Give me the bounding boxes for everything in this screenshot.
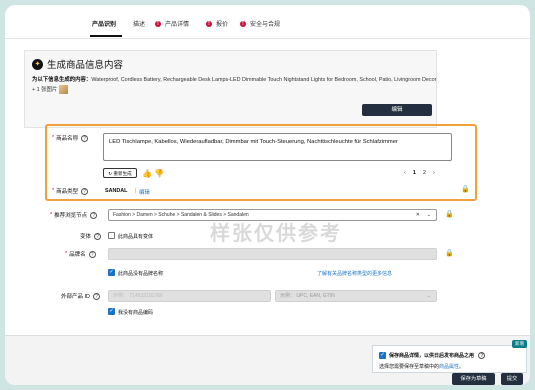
tab-label: 报价 [216, 22, 229, 28]
clear-icon[interactable]: ✕ [416, 210, 420, 220]
brand-name-field[interactable] [108, 248, 437, 260]
thumbs-up-icon[interactable]: 👍 [142, 169, 152, 178]
no-brand-checkbox[interactable]: ✓ [108, 269, 115, 276]
active-tab-indicator [90, 35, 122, 37]
help-icon[interactable]: ? [88, 250, 96, 258]
has-variations-label: 此商品具有变体 [118, 234, 154, 240]
required-marker: * [65, 251, 68, 257]
tab-product-details[interactable]: ! 产品详情 [155, 19, 189, 28]
attributes-link[interactable]: 商品属性 [439, 364, 459, 370]
page-1[interactable]: 1 [413, 170, 416, 176]
desc-text: Waterproof, Cordless Battery, Rechargeab… [32, 77, 437, 93]
alert-icon: ! [155, 20, 161, 27]
label-text: 推荐浏览节点 [54, 213, 88, 219]
browse-node-label: * 推荐浏览节点 ? [50, 211, 98, 219]
regenerate-label: 重新生成 [113, 171, 132, 176]
lock-icon: 🔒 [445, 250, 454, 257]
label-text: 外部产品 ID [61, 294, 91, 300]
label-text: 品牌名 [69, 252, 86, 258]
sample-watermark: 样张仅供参考 [210, 223, 342, 245]
tab-offer[interactable]: ! 报价 [206, 19, 228, 28]
required-marker: * [52, 135, 55, 141]
tab-bar: 产品识别 描述 ! 产品详情 ! 报价 ! 安全与合规 [5, 5, 530, 39]
required-marker: * [52, 188, 55, 194]
brand-name-label: * 品牌名 ? [65, 250, 96, 258]
generate-content-panel: ✦ 生成商品信息内容 为以下信息生成的内容：Waterproof, Cordle… [24, 50, 437, 128]
chevron-down-icon: ⌄ [426, 212, 431, 218]
label-text: 变体 [80, 234, 92, 240]
tab-safety-compliance[interactable]: ! 安全与合规 [240, 19, 280, 28]
period: 。 [459, 364, 465, 370]
alert-icon: ! [240, 20, 246, 27]
external-id-label: 外部产品 ID ? [61, 292, 101, 300]
generate-title-text: 生成商品信息内容 [47, 60, 124, 71]
has-variations-checkbox[interactable] [108, 232, 115, 239]
new-badge: 新增 [512, 340, 527, 348]
image-thumbnail[interactable] [59, 85, 69, 94]
help-icon[interactable]: ? [94, 232, 102, 240]
save-info-title: 保存商品详情，以供日后发布商品之用 ? [389, 352, 486, 359]
tab-description[interactable]: 描述 [133, 19, 145, 28]
suggestion-pager: ‹ 1 2 › [404, 170, 435, 176]
separator: | [135, 188, 137, 194]
required-marker: * [50, 212, 53, 218]
label-text: 商品类型 [56, 189, 79, 195]
save-details-checkbox[interactable]: ✓ [379, 352, 386, 359]
product-name-label: * 商品名称 ? [52, 134, 89, 142]
save-draft-button[interactable]: 保存为草稿 [452, 373, 495, 385]
generate-panel-description: 为以下信息生成的内容：Waterproof, Cordless Battery,… [32, 76, 437, 95]
id-type-placeholder: 示例： UPC, EAN, GTIN [280, 293, 335, 299]
save-info-desc: 选择您需要保存至草稿中的商品属性。 [379, 363, 464, 370]
lock-icon: 🔒 [445, 211, 454, 218]
generated-fields-highlight: * 商品名称 ? LED Tischlampe, Kabellos, Wiede… [45, 124, 477, 201]
lock-icon: 🔒 [461, 186, 470, 193]
listing-form-window: 产品识别 描述 ! 产品详情 ! 报价 ! 安全与合规 ✦ 生成商品信息内容 为… [5, 5, 530, 385]
edit-button[interactable]: 编辑 [362, 104, 432, 116]
tab-product-identity[interactable]: 产品识别 [92, 19, 116, 28]
save-info-box: 新增 ✓ 保存商品详情，以供日后发布商品之用 ? 选择您需要保存至草稿中的商品属… [372, 340, 527, 373]
product-type-value: SANDAL [105, 188, 128, 194]
tab-label: 产品详情 [165, 22, 190, 28]
no-brand-label: 此商品没有品牌名称 [118, 271, 164, 277]
tab-label: 产品识别 [92, 22, 117, 28]
product-type-label: * 商品类型 ? [52, 187, 89, 195]
next-page-button[interactable]: › [433, 170, 435, 176]
page-2[interactable]: 2 [423, 170, 426, 176]
regenerate-button[interactable]: ↻ 重新生成 [103, 168, 137, 178]
brand-learn-more-link[interactable]: 了解有关品牌名称类型的更多信息 [317, 270, 392, 277]
chevron-down-icon: ⌄ [426, 293, 431, 299]
submit-button[interactable]: 提交 [501, 373, 523, 385]
save-info-title-text: 保存商品详情，以供日后发布商品之用 [389, 353, 475, 359]
save-info-desc-text: 选择您需要保存至草稿中的 [379, 364, 440, 370]
refresh-icon: ↻ [108, 171, 113, 176]
label-text: 商品名称 [56, 136, 79, 142]
tab-label: 安全与合规 [250, 22, 281, 28]
no-product-id-checkbox[interactable]: ✓ [108, 308, 115, 315]
prev-page-button[interactable]: ‹ [404, 170, 406, 176]
generate-panel-title: ✦ 生成商品信息内容 [32, 57, 123, 71]
desc-label: 为以下信息生成的内容： [32, 77, 92, 83]
variations-label: 变体 ? [80, 232, 102, 240]
no-product-id-label: 我没有商品编码 [118, 310, 154, 316]
product-type-edit-link[interactable]: 编辑 [139, 188, 150, 196]
tab-label: 描述 [133, 22, 146, 28]
alert-icon: ! [206, 20, 212, 27]
help-icon[interactable]: ? [81, 134, 89, 142]
help-icon[interactable]: ? [93, 292, 101, 300]
help-icon[interactable]: ? [81, 187, 89, 195]
external-id-type-select[interactable]: 示例： UPC, EAN, GTIN ⌄ [275, 290, 437, 302]
product-name-field[interactable]: LED Tischlampe, Kabellos, Wiederaufladba… [103, 133, 452, 161]
thumbs-down-icon[interactable]: 👎 [154, 169, 164, 178]
magic-wand-icon: ✦ [32, 58, 43, 70]
help-icon[interactable]: ? [478, 352, 486, 359]
external-id-input[interactable]: 示例： 714532191766 [108, 290, 271, 302]
help-icon[interactable]: ? [90, 211, 98, 219]
